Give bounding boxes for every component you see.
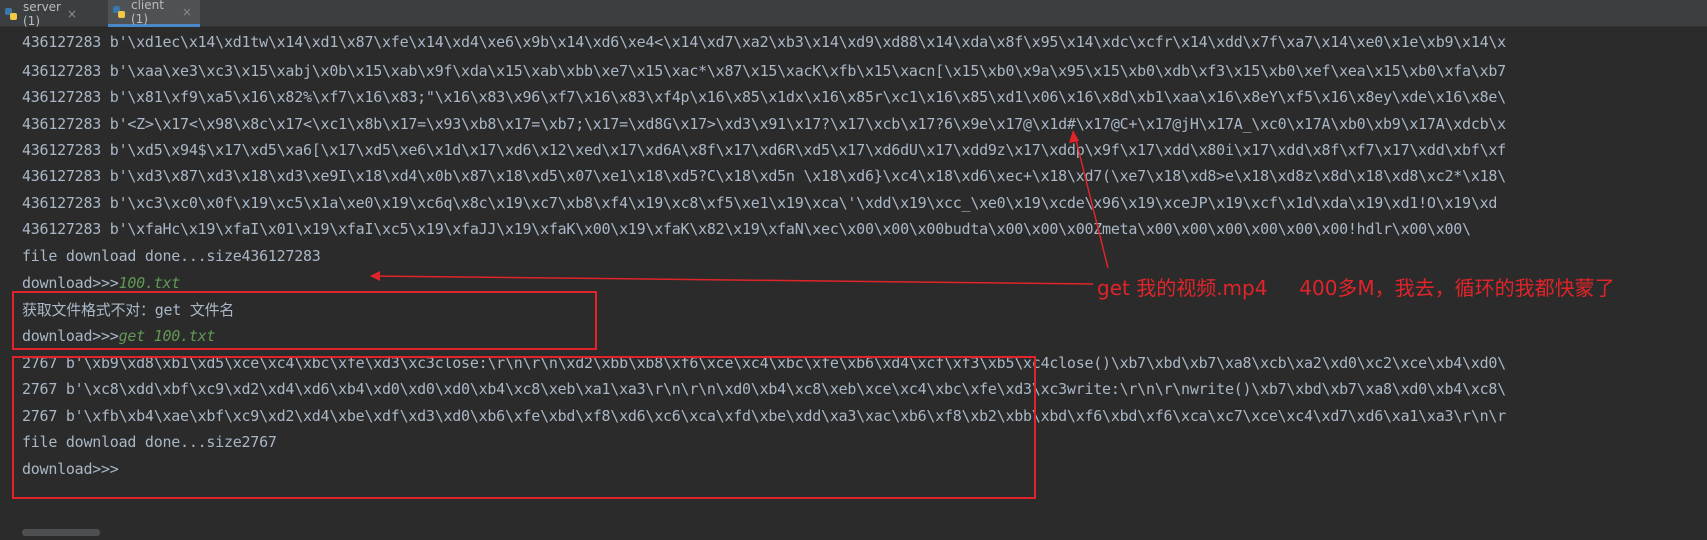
close-icon[interactable]: ×: [67, 7, 77, 21]
python-file-icon: [4, 7, 18, 21]
user-input: 100.txt: [118, 274, 181, 292]
tab-client[interactable]: client (1) ×: [108, 0, 200, 27]
prompt: download>>>: [22, 274, 119, 292]
scrollbar-thumb[interactable]: [22, 529, 100, 536]
console-line: 436127283 b'\x81\xf9\xa5\x16\x82%\xf7\x1…: [22, 88, 1506, 106]
console-line: 436127283 b'\xd1ec\x14\xd1tw\x14\xd1\x87…: [22, 33, 1506, 51]
console-prompt-line: download>>>get 100.txt: [22, 326, 215, 346]
console-line: 436127283 b'\xd3\x87\xd3\x18\xd3\xe9I\x1…: [22, 167, 1506, 185]
console-prompt-line: download>>>100.txt: [22, 273, 180, 293]
console-error-line: 获取文件格式不对：get 文件名: [22, 301, 235, 319]
user-input: get 100.txt: [118, 327, 216, 345]
tab-server[interactable]: server (1) ×: [0, 0, 85, 28]
console-prompt-line: download>>>: [22, 460, 119, 478]
python-file-icon: [112, 5, 126, 19]
console-line: 2767 b'\xfb\xb4\xae\xbf\xc9\xd2\xd4\xbe\…: [22, 407, 1506, 425]
console-line: file download done...size436127283: [22, 247, 321, 265]
console-line: file download done...size2767: [22, 433, 277, 451]
editor-tab-bar: server (1) × client (1) ×: [0, 0, 1707, 28]
console-line: 2767 b'\xc8\xdd\xbf\xc9\xd2\xd4\xd6\xb4\…: [22, 380, 1506, 398]
console-line: 436127283 b'\xc3\xc0\x0f\x19\xc5\x1a\xe0…: [22, 194, 1498, 212]
prompt: download>>>: [22, 327, 119, 345]
console-line: 436127283 b'\xaa\xe3\xc3\x15\xabj\x0b\x1…: [22, 62, 1506, 80]
console-line: 436127283 b'<Z>\x17<\x98\x8c\x17<\xc1\x8…: [22, 115, 1506, 133]
annotation-text: get 我的视频.mp4 400多M，我去，循环的我都快蒙了: [1097, 276, 1615, 300]
horizontal-scrollbar[interactable]: [0, 526, 1707, 540]
tab-label: client (1): [131, 0, 164, 26]
console-line: 436127283 b'\xd5\x94$\x17\xd5\xa6[\x17\x…: [22, 141, 1506, 159]
console-line: 436127283 b'\xfaHc\x19\xfaI\x01\x19\xfaI…: [22, 220, 1471, 238]
close-icon[interactable]: ×: [182, 5, 192, 19]
tab-label: server (1): [23, 0, 61, 28]
console-line: 2767 b'\xb9\xd8\xb1\xd5\xce\xc4\xbc\xfe\…: [22, 354, 1506, 372]
